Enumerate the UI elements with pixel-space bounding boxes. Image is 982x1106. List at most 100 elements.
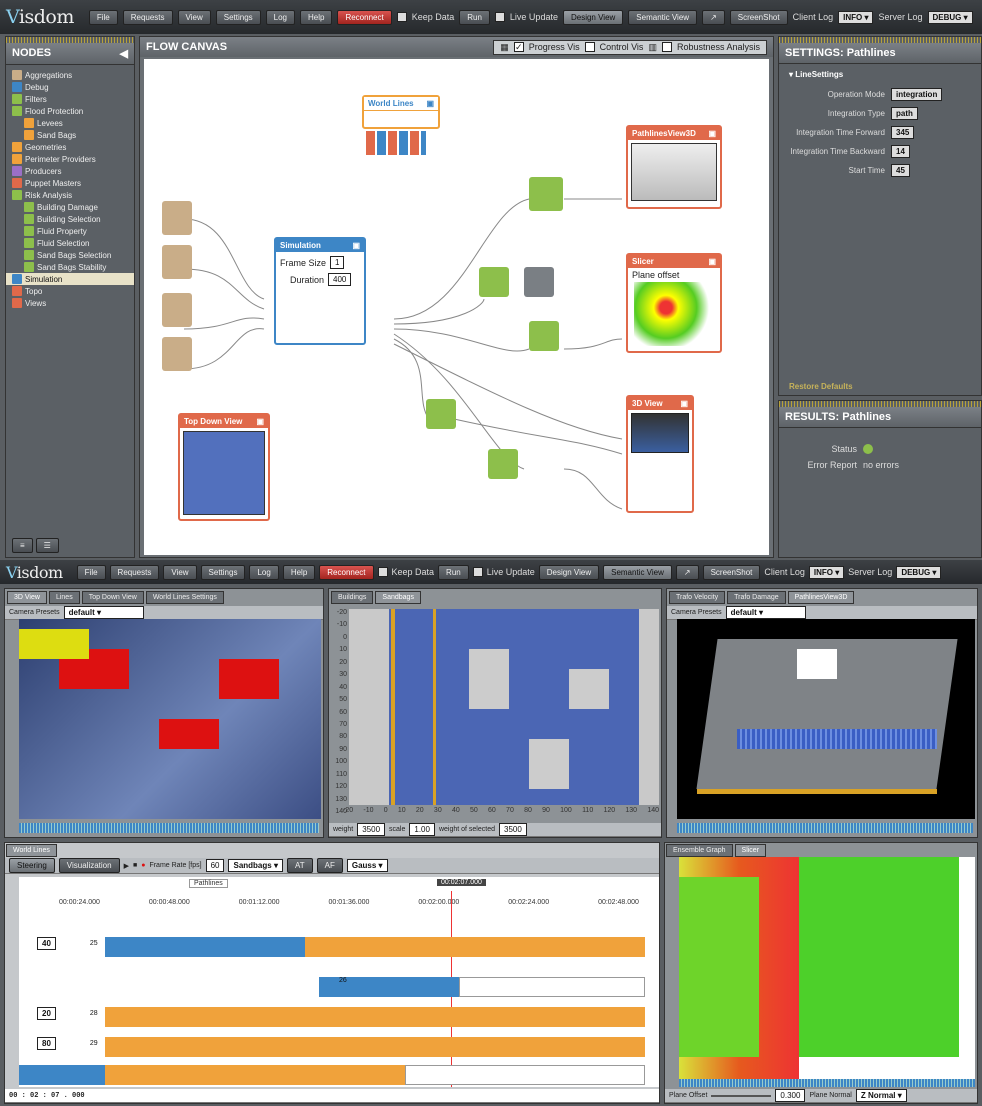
lane-count-input[interactable]: 40 [37, 937, 56, 950]
node-tree-item[interactable]: Topo [6, 285, 134, 297]
record-icon[interactable]: ● [141, 862, 145, 869]
weight-input[interactable]: 3500 [357, 823, 386, 836]
top-down-view-node[interactable]: Top Down View ▣ [178, 413, 270, 521]
node-close-icon[interactable]: ▣ [708, 129, 716, 138]
menu-file[interactable]: File [88, 9, 118, 25]
building-node[interactable] [479, 267, 509, 297]
tab-3d-view[interactable]: 3D View [7, 591, 47, 604]
node-tree-item[interactable]: Levees [6, 117, 134, 129]
simulation-node[interactable]: Simulation ▣ Frame Size 1 Duration 400 [274, 237, 366, 345]
menu-view[interactable]: View [177, 9, 211, 25]
menu-log-2[interactable]: Log [249, 564, 279, 580]
tab-lines[interactable]: Lines [48, 591, 80, 604]
menu-requests-2[interactable]: Requests [109, 564, 160, 580]
menu-log[interactable]: Log [265, 9, 295, 25]
screenshot-button[interactable]: ScreenShot [729, 9, 788, 25]
list-icon[interactable]: ☰ [35, 538, 59, 553]
node-close-icon[interactable]: ▣ [708, 257, 716, 266]
lane-25-blue[interactable] [105, 937, 305, 957]
scale-input[interactable]: 1.00 [409, 823, 435, 836]
tab-world-lines[interactable]: World Lines [6, 844, 57, 857]
design-view-button[interactable]: Design View [562, 9, 624, 25]
design-view-button-2[interactable]: Design View [538, 564, 600, 580]
af-button[interactable]: AF [316, 858, 343, 873]
live-update-checkbox-2[interactable] [472, 567, 483, 577]
screenshot-button-2[interactable]: ScreenShot [702, 564, 761, 580]
node-tree-item[interactable]: Aggregations [6, 69, 134, 81]
lane-26-future[interactable] [459, 977, 645, 997]
tab-slicer[interactable]: Slicer [734, 844, 767, 857]
node-tree-item[interactable]: Simulation [6, 273, 134, 285]
frame-rate-input[interactable]: 60 [205, 859, 225, 872]
reconnect-button[interactable]: Reconnect [337, 9, 392, 25]
top-down-map[interactable] [349, 609, 659, 805]
node-tree-item[interactable]: Flood Protection [6, 105, 134, 117]
input-node-3[interactable] [162, 293, 192, 327]
input-node-4[interactable] [162, 337, 192, 371]
lane-29[interactable] [105, 1037, 645, 1057]
menu-view-2[interactable]: View [163, 564, 197, 580]
setting-value[interactable]: path [891, 107, 918, 120]
plane-normal-select[interactable]: Z Normal ▾ [855, 1089, 907, 1102]
robustness-checkbox[interactable] [661, 42, 672, 52]
setting-value[interactable]: 345 [891, 126, 915, 139]
node-tree-item[interactable]: Views [6, 297, 134, 309]
input-node-1[interactable] [162, 201, 192, 235]
play-icon[interactable]: ▶ [124, 862, 129, 870]
live-update-checkbox[interactable] [494, 12, 505, 22]
node-close-icon[interactable]: ▣ [352, 241, 360, 250]
menu-settings[interactable]: Settings [215, 9, 261, 25]
lane-25-orange[interactable] [305, 937, 645, 957]
node-controls-icon[interactable]: ▣ [426, 99, 434, 108]
world-lines-node[interactable]: World Lines ▣ [362, 95, 440, 129]
lane-count-input[interactable]: 80 [37, 1037, 56, 1050]
slicer-render[interactable] [679, 857, 975, 1079]
pathlines-render[interactable] [677, 619, 975, 819]
duration-input[interactable]: 400 [328, 273, 352, 286]
lane-28[interactable] [105, 1007, 645, 1027]
client-log-select-2[interactable]: INFO ▾ [808, 565, 845, 579]
setting-value[interactable]: integration [891, 88, 943, 101]
pathlines-view-node[interactable]: PathlinesView3D ▣ [626, 125, 722, 209]
node-tree-item[interactable]: Filters [6, 93, 134, 105]
progress-vis-checkbox[interactable]: ✓ [513, 42, 524, 52]
lane-base-blue[interactable] [19, 1065, 105, 1085]
keep-data-checkbox-2[interactable] [377, 567, 388, 577]
chart-node[interactable] [524, 267, 554, 297]
server-log-select[interactable]: DEBUG ▾ [927, 10, 973, 24]
node-tree-item[interactable]: Fluid Selection [6, 237, 134, 249]
tab-world-lines-settings[interactable]: World Lines Settings [145, 591, 224, 604]
slicer-node[interactable]: Slicer ▣ Plane offset [626, 253, 722, 353]
tab-pathlines-view3d[interactable]: PathlinesView3D [787, 591, 855, 604]
camera-presets-select[interactable]: default ▾ [63, 606, 144, 619]
tab-sandbags[interactable]: Sandbags [375, 591, 421, 604]
view3d-node[interactable]: 3D View ▣ [626, 395, 694, 513]
control-vis-checkbox[interactable] [584, 42, 595, 52]
node-tree-item[interactable]: Geometries [6, 141, 134, 153]
plane-offset-input[interactable]: 0.300 [775, 1089, 806, 1102]
node-tree-item[interactable]: Risk Analysis [6, 189, 134, 201]
menu-settings-2[interactable]: Settings [200, 564, 246, 580]
sandbags-select[interactable]: Sandbags ▾ [228, 859, 283, 872]
setting-value[interactable]: 45 [891, 164, 910, 177]
external-link-icon-2[interactable]: ↗ [675, 564, 699, 580]
node-tree-item[interactable]: Debug [6, 81, 134, 93]
lane-base-future[interactable] [405, 1065, 645, 1085]
tab-ensemble-graph[interactable]: Ensemble Graph [666, 844, 733, 857]
semantic-view-button-2[interactable]: Semantic View [603, 564, 672, 580]
external-link-icon[interactable]: ↗ [702, 9, 725, 25]
server-log-select-2[interactable]: DEBUG ▾ [896, 565, 942, 579]
menu-file-2[interactable]: File [76, 564, 106, 580]
node-close-icon[interactable]: ▣ [256, 417, 264, 426]
node-tree-item[interactable]: Puppet Masters [6, 177, 134, 189]
current-time-marker[interactable]: 00:02:07.000 [437, 879, 486, 886]
tab-buildings[interactable]: Buildings [331, 591, 374, 604]
at-button[interactable]: AT [286, 858, 313, 873]
lane-base-orange[interactable] [105, 1065, 405, 1085]
input-node-2[interactable] [162, 245, 192, 279]
tree-icon[interactable]: ≡ [12, 538, 33, 553]
run-button[interactable]: Run [459, 9, 490, 25]
node-tree-item[interactable]: Producers [6, 165, 134, 177]
camera-presets-select-right[interactable]: default ▾ [725, 606, 806, 619]
client-log-select[interactable]: INFO ▾ [838, 10, 874, 24]
